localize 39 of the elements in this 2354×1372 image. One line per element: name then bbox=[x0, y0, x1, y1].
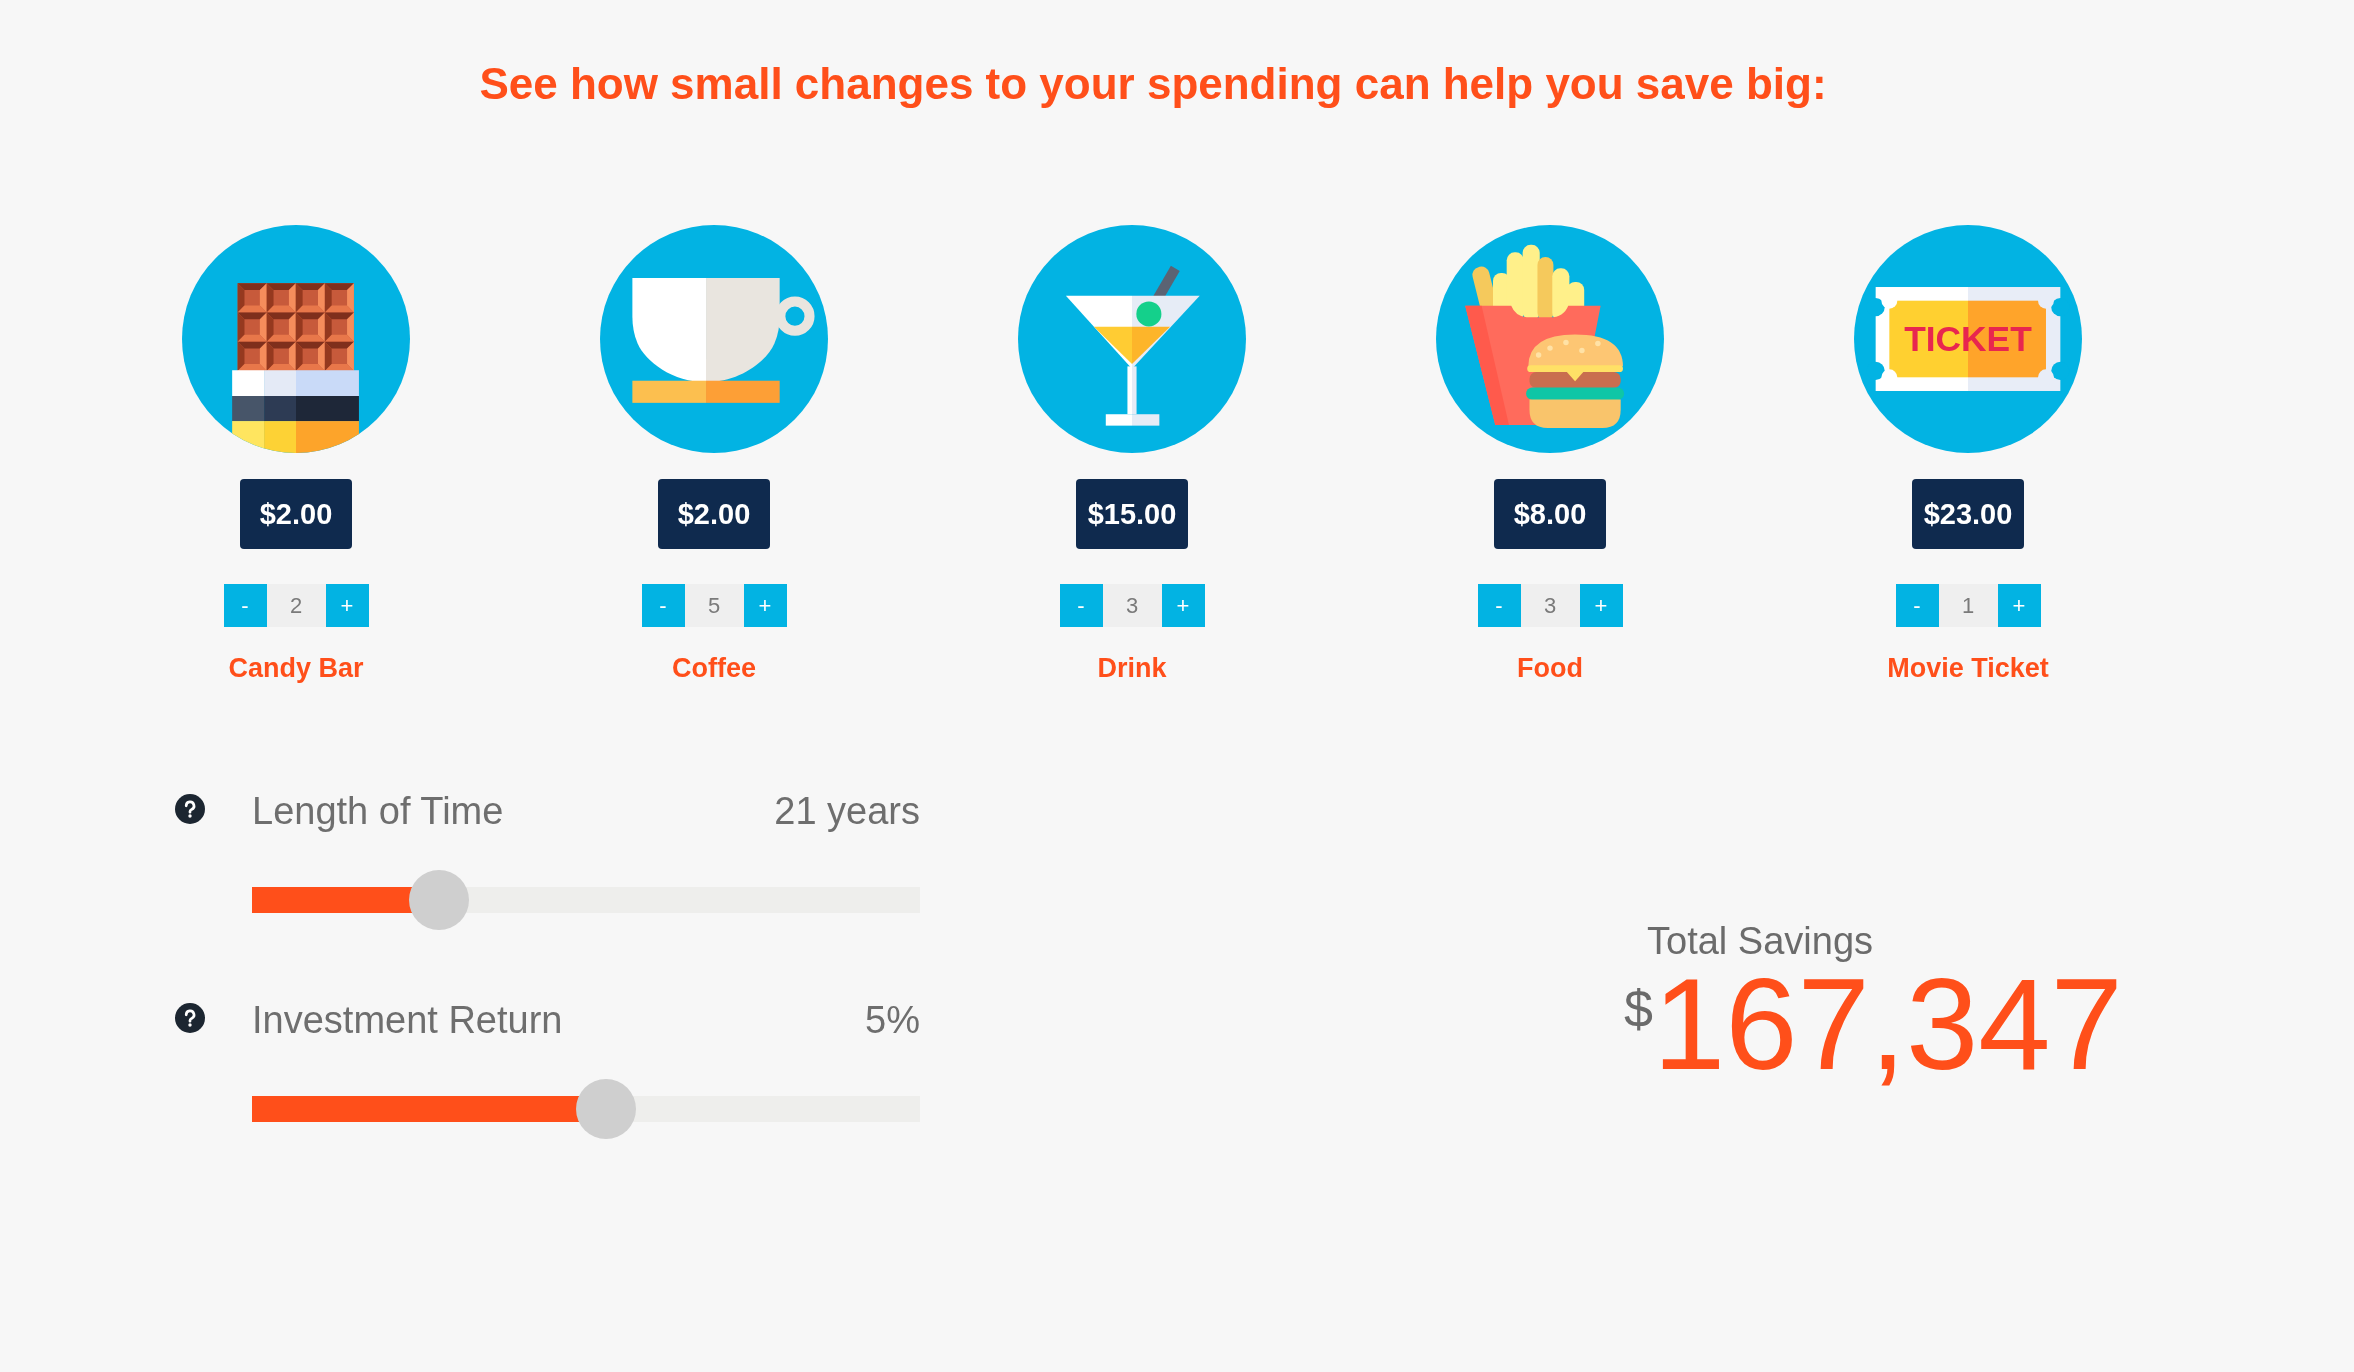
page-heading: See how small changes to your spending can help you save big: bbox=[479, 58, 1827, 110]
quantity-field[interactable]: 3 bbox=[1520, 584, 1580, 627]
slider-value: 21 years bbox=[774, 789, 920, 834]
help-icon[interactable] bbox=[175, 1003, 205, 1033]
slider-label: Investment Return bbox=[252, 998, 563, 1043]
quantity-field[interactable]: 1 bbox=[1938, 584, 1998, 627]
increase-button[interactable]: + bbox=[1997, 584, 2041, 627]
item-name: Movie Ticket bbox=[1887, 652, 2049, 684]
item-name: Drink bbox=[1097, 652, 1167, 684]
quantity-field[interactable]: 5 bbox=[684, 584, 744, 627]
price-tag: $23.00 bbox=[1912, 479, 2024, 549]
candy-bar-icon bbox=[182, 225, 410, 453]
decrease-button[interactable]: - bbox=[223, 584, 267, 627]
increase-button[interactable]: + bbox=[743, 584, 787, 627]
coffee-cup-icon bbox=[600, 225, 828, 453]
fries-burger-icon bbox=[1436, 225, 1664, 453]
total-label: Total Savings bbox=[1647, 921, 1873, 961]
price-tag: $8.00 bbox=[1494, 479, 1606, 549]
quantity-field[interactable]: 3 bbox=[1102, 584, 1162, 627]
decrease-button[interactable]: - bbox=[1477, 584, 1521, 627]
increase-button[interactable]: + bbox=[1161, 584, 1205, 627]
price-tag: $2.00 bbox=[240, 479, 352, 549]
price-tag: $2.00 bbox=[658, 479, 770, 549]
quantity-field[interactable]: 2 bbox=[266, 584, 326, 627]
ticket-text: TICKET bbox=[1904, 319, 2032, 359]
item-name: Candy Bar bbox=[228, 652, 364, 684]
decrease-button[interactable]: - bbox=[641, 584, 685, 627]
item-name: Coffee bbox=[672, 652, 756, 684]
currency-symbol: $ bbox=[1624, 983, 1653, 1035]
slider-label: Length of Time bbox=[252, 789, 504, 834]
help-icon[interactable] bbox=[175, 794, 205, 824]
decrease-button[interactable]: - bbox=[1059, 584, 1103, 627]
increase-button[interactable]: + bbox=[325, 584, 369, 627]
price-tag: $15.00 bbox=[1076, 479, 1188, 549]
cocktail-icon bbox=[1018, 225, 1246, 453]
decrease-button[interactable]: - bbox=[1895, 584, 1939, 627]
slider-value: 5% bbox=[865, 998, 920, 1043]
increase-button[interactable]: + bbox=[1579, 584, 1623, 627]
item-name: Food bbox=[1517, 652, 1583, 684]
